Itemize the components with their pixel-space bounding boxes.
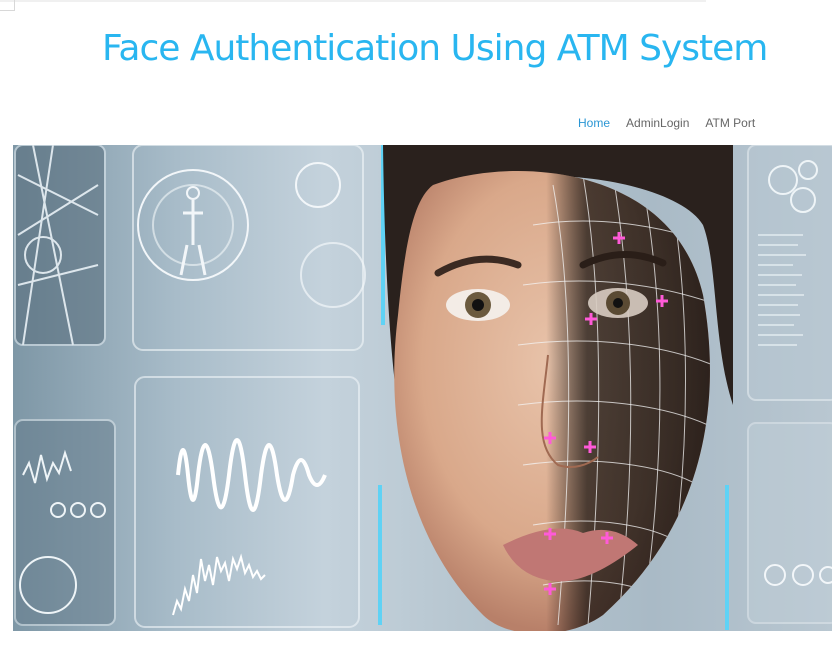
- hero-banner-image: [13, 145, 832, 631]
- body-scan-panel: [132, 145, 366, 351]
- nav-home-link[interactable]: Home: [578, 116, 610, 130]
- corner-box: [0, 0, 15, 11]
- dials-panel: [14, 419, 116, 626]
- nav-atm-port-link[interactable]: ATM Port: [705, 116, 755, 130]
- page-title: Face Authentication Using ATM System: [102, 28, 768, 69]
- accent-bar-right-lower: [725, 485, 729, 630]
- map-panel: [14, 145, 106, 346]
- face: [394, 170, 710, 631]
- face-recognition-illustration: [14, 145, 832, 631]
- nav-adminlogin-link[interactable]: AdminLogin: [626, 116, 689, 130]
- right-dials-panel: [747, 422, 832, 624]
- top-border: [0, 0, 706, 2]
- main-nav: Home AdminLogin ATM Port: [578, 116, 755, 130]
- waveform-panel: [134, 376, 360, 628]
- right-text-panel: [747, 145, 832, 401]
- accent-bar-left-lower: [378, 485, 382, 625]
